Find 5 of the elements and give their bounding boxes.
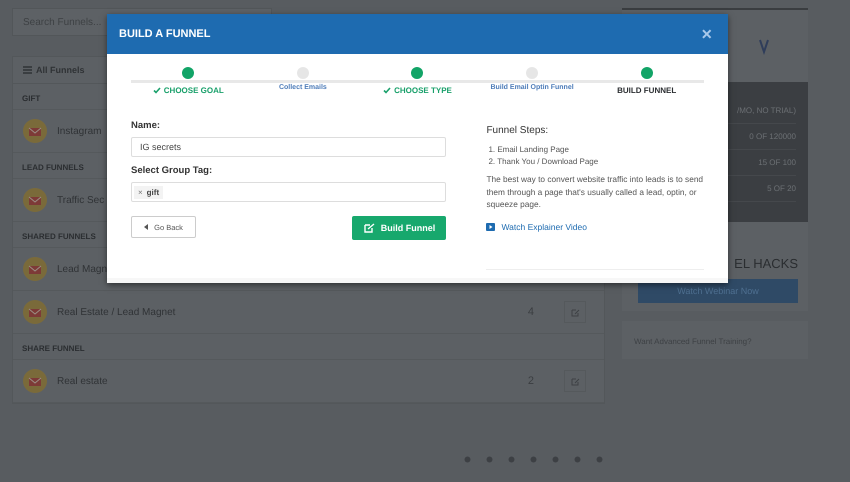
tag-chip: × gift [134, 186, 164, 198]
dialog-title: BUILD A FUNNEL [119, 28, 210, 40]
field-label: Select Group Tag: [131, 165, 214, 176]
field-label: Name: [131, 120, 162, 131]
steps-heading: Funnel Steps: [486, 125, 550, 136]
